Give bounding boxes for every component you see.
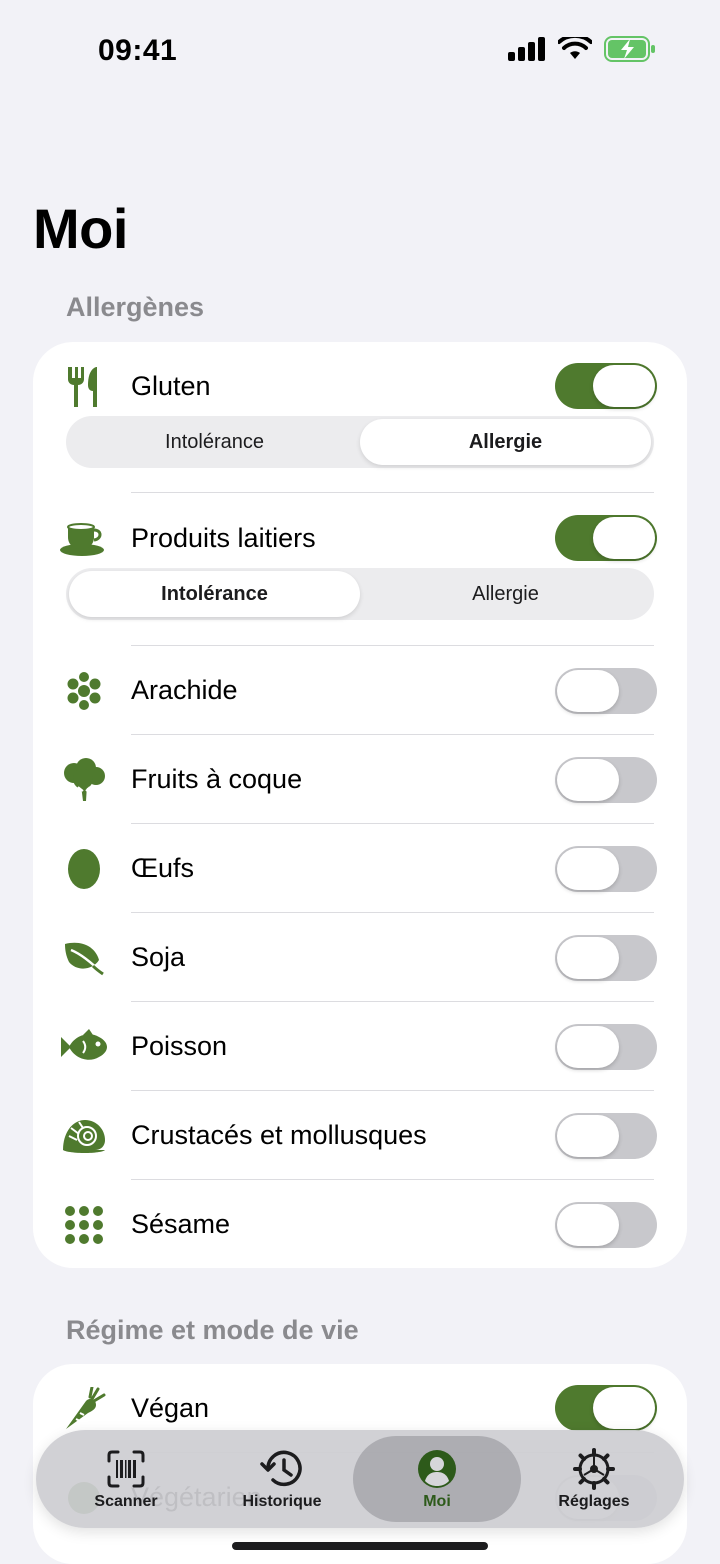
allergen-label: Soja <box>131 942 186 972</box>
tab-moi[interactable]: Moi <box>353 1436 521 1522</box>
segment-intolerance[interactable]: Intolérance <box>69 419 360 465</box>
gluten-severity-segmented-control[interactable]: Intolérance Allergie <box>66 416 654 468</box>
allergen-row-tree-nuts: Fruits à coque <box>33 735 687 824</box>
tab-settings[interactable]: Réglages <box>519 1430 669 1528</box>
dairy-toggle[interactable] <box>555 515 657 561</box>
tab-label: Réglages <box>558 1493 630 1510</box>
allergen-label: Arachide <box>131 675 238 705</box>
segment-allergy[interactable]: Allergie <box>360 571 651 617</box>
tree-nuts-toggle[interactable] <box>555 757 657 803</box>
status-bar: 09:41 <box>0 0 720 100</box>
allergen-label: Poisson <box>131 1031 228 1061</box>
home-indicator <box>232 1542 488 1550</box>
allergens-section-header: Allergènes <box>66 292 205 322</box>
allergen-row-fish: Poisson <box>33 1002 687 1091</box>
allergens-card: Gluten Intolérance Allergie Produits lai… <box>33 342 687 1268</box>
tab-scanner[interactable]: Scanner <box>51 1430 201 1528</box>
vegan-toggle[interactable] <box>555 1385 657 1431</box>
allergen-label: Fruits à coque <box>131 764 303 794</box>
allergen-row-peanut: Arachide <box>33 646 687 735</box>
allergen-row-sesame: Sésame <box>33 1180 687 1268</box>
eggs-toggle[interactable] <box>555 846 657 892</box>
cellular-signal-icon <box>508 37 545 61</box>
tab-label: Moi <box>423 1493 451 1510</box>
battery-charging-icon <box>604 36 655 62</box>
allergen-row-shellfish: Crustacés et mollusques <box>33 1091 687 1180</box>
shellfish-toggle[interactable] <box>555 1113 657 1159</box>
barcode-scanner-icon <box>106 1447 146 1491</box>
peanut-icon <box>57 646 111 735</box>
allergen-label: Œufs <box>131 853 195 883</box>
peanut-toggle[interactable] <box>555 668 657 714</box>
leaf-icon <box>57 913 111 1002</box>
soy-toggle[interactable] <box>555 935 657 981</box>
allergen-row-eggs: Œufs <box>33 824 687 913</box>
gluten-toggle[interactable] <box>555 363 657 409</box>
status-time: 09:41 <box>98 34 178 67</box>
allergen-label: Crustacés et mollusques <box>131 1120 427 1150</box>
person-circle-icon <box>417 1447 457 1491</box>
diet-section-header: Régime et mode de vie <box>66 1315 359 1345</box>
tab-history[interactable]: Historique <box>207 1430 357 1528</box>
allergen-label: Sésame <box>131 1209 231 1239</box>
page-title: Moi <box>33 197 128 260</box>
sesame-icon <box>57 1180 111 1268</box>
tab-label: Historique <box>242 1493 322 1510</box>
tree-icon <box>57 735 111 824</box>
history-clock-icon <box>260 1447 304 1491</box>
segment-allergy[interactable]: Allergie <box>360 419 651 465</box>
status-icons <box>508 36 656 62</box>
allergen-row-soy: Soja <box>33 913 687 1002</box>
segment-intolerance[interactable]: Intolérance <box>69 571 360 617</box>
tab-bar: Scanner Historique Moi Réglages <box>36 1430 684 1528</box>
divider <box>131 492 654 493</box>
shell-icon <box>57 1091 111 1180</box>
tab-label: Scanner <box>94 1493 158 1510</box>
sesame-toggle[interactable] <box>555 1202 657 1248</box>
fish-icon <box>57 1002 111 1091</box>
fish-toggle[interactable] <box>555 1024 657 1070</box>
gear-icon <box>573 1447 615 1491</box>
wifi-icon <box>558 37 592 59</box>
egg-icon <box>57 824 111 913</box>
dairy-severity-segmented-control[interactable]: Intolérance Allergie <box>66 568 654 620</box>
